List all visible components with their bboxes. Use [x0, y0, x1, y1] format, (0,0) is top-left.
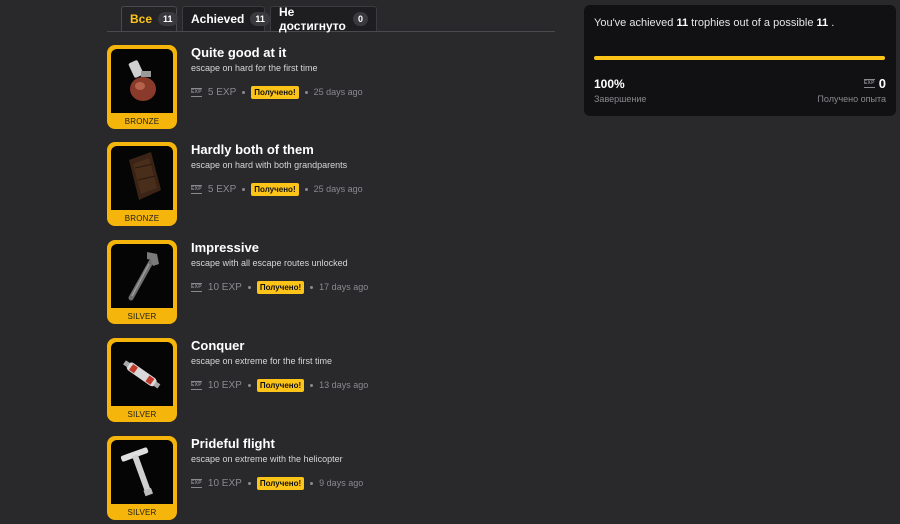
trophy-exp: 10 EXP	[207, 379, 242, 391]
trophy-description: escape on hard with both grandparents	[191, 160, 348, 170]
separator-dot	[310, 383, 314, 387]
trophy-title: Impressive	[191, 240, 259, 255]
exp-icon: EXP	[191, 380, 202, 390]
exp-icon: EXP	[191, 87, 202, 97]
trophy-thumbnail: BRONZE	[107, 142, 177, 226]
trophy-meta: EXP 10 EXP Получено! 9 days ago	[191, 476, 363, 490]
tab-not-achieved[interactable]: Не достигнуто 0	[270, 5, 377, 33]
trophy-title: Prideful flight	[191, 436, 275, 451]
tab-count: 11	[250, 12, 270, 26]
trophy-tier: SILVER	[127, 508, 157, 517]
achieved-count: 11	[676, 17, 689, 29]
separator-dot	[247, 285, 251, 289]
tab-label: Не достигнуто	[279, 5, 346, 33]
separator-dot	[304, 187, 308, 191]
summary-suffix: .	[831, 17, 835, 29]
summary-text: You've achieved 11 trophies out of a pos…	[594, 17, 834, 29]
tab-count: 0	[352, 12, 368, 26]
trophy-tabs: Все 11 Achieved 11 Не достигнуто 0	[107, 5, 555, 33]
trophy-time-ago: 25 days ago	[313, 184, 363, 194]
trophy-tier: SILVER	[127, 410, 157, 419]
summary-middle: trophies out of a possible	[691, 17, 814, 29]
trophy-time-ago: 9 days ago	[319, 478, 364, 488]
trophy-exp: 5 EXP	[207, 183, 237, 195]
separator-dot	[247, 383, 251, 387]
separator-dot	[310, 285, 314, 289]
tab-all[interactable]: Все 11	[121, 6, 178, 31]
trophy-tier: BRONZE	[124, 214, 160, 223]
separator-dot	[242, 187, 246, 191]
trophy-exp: 5 EXP	[207, 86, 237, 98]
exp-icon: EXP	[191, 184, 202, 194]
trophy-time-ago: 17 days ago	[319, 282, 369, 292]
grenade-icon	[128, 60, 156, 101]
trophy-thumbnail: SILVER	[107, 240, 177, 324]
progress-fill	[594, 56, 885, 60]
obtained-badge: Получено!	[256, 280, 305, 294]
trophy-meta: EXP 5 EXP Получено! 25 days ago	[191, 85, 363, 99]
separator-dot	[242, 90, 246, 94]
obtained-badge: Получено!	[256, 476, 305, 490]
trophy-title: Conquer	[191, 338, 245, 353]
trophy-thumbnail: BRONZE	[107, 45, 177, 129]
completion-progress-bar	[594, 56, 885, 60]
trophy-item[interactable]: SILVER Impressive escape with all escape…	[107, 240, 557, 328]
t-wrench-icon	[120, 447, 154, 497]
trophy-time-ago: 25 days ago	[313, 87, 363, 97]
fuse-icon	[123, 360, 161, 389]
exp-total-label: Получено опыта	[817, 94, 886, 104]
trophy-meta: EXP 10 EXP Получено! 17 days ago	[191, 280, 368, 294]
separator-dot	[310, 481, 314, 485]
trophy-item[interactable]: BRONZE Quite good at it escape on hard f…	[107, 45, 557, 133]
trophy-title: Quite good at it	[191, 45, 287, 60]
trophy-time-ago: 13 days ago	[319, 380, 369, 390]
trophy-description: escape with all escape routes unlocked	[191, 258, 348, 268]
trophy-item[interactable]: SILVER Conquer escape on extreme for the…	[107, 338, 557, 426]
trophy-item[interactable]: SILVER Prideful flight escape on extreme…	[107, 436, 557, 524]
completion-label: Завершение	[594, 94, 647, 104]
obtained-badge: Получено!	[251, 182, 299, 196]
trophy-description: escape on hard for the first time	[191, 63, 318, 73]
trophy-tier: BRONZE	[124, 117, 160, 126]
separator-dot	[247, 481, 251, 485]
trophy-exp: 10 EXP	[207, 281, 242, 293]
exp-icon: EXP	[191, 478, 202, 488]
exp-icon: EXP	[863, 79, 875, 88]
tab-label: Achieved	[191, 12, 245, 26]
trophy-description: escape on extreme with the helicopter	[191, 454, 343, 464]
exp-total-value: 0	[878, 76, 886, 91]
wrench-icon	[128, 252, 159, 301]
achievement-summary-panel: You've achieved 11 trophies out of a pos…	[584, 5, 896, 116]
trophy-tier: SILVER	[127, 312, 157, 321]
tab-achieved[interactable]: Achieved 11	[182, 6, 270, 31]
obtained-badge: Получено!	[256, 378, 305, 392]
obtained-badge: Получено!	[251, 85, 299, 99]
trophy-thumbnail: SILVER	[107, 338, 177, 422]
wooden-plank-icon	[129, 152, 161, 200]
trophy-description: escape on extreme for the first time	[191, 356, 333, 366]
trophy-meta: EXP 10 EXP Получено! 13 days ago	[191, 378, 368, 392]
exp-total: EXP 0	[863, 76, 886, 91]
separator-dot	[304, 90, 308, 94]
trophy-exp: 10 EXP	[207, 477, 242, 489]
exp-icon: EXP	[191, 282, 202, 292]
trophy-meta: EXP 5 EXP Получено! 25 days ago	[191, 182, 363, 196]
trophy-title: Hardly both of them	[191, 142, 314, 157]
total-count: 11	[816, 17, 829, 29]
tab-count: 11	[158, 12, 178, 26]
trophy-item[interactable]: BRONZE Hardly both of them escape on har…	[107, 142, 557, 230]
tab-label: Все	[130, 12, 153, 26]
summary-prefix: You've achieved	[594, 17, 674, 29]
trophy-thumbnail: SILVER	[107, 436, 177, 520]
completion-percent: 100%	[594, 77, 625, 91]
